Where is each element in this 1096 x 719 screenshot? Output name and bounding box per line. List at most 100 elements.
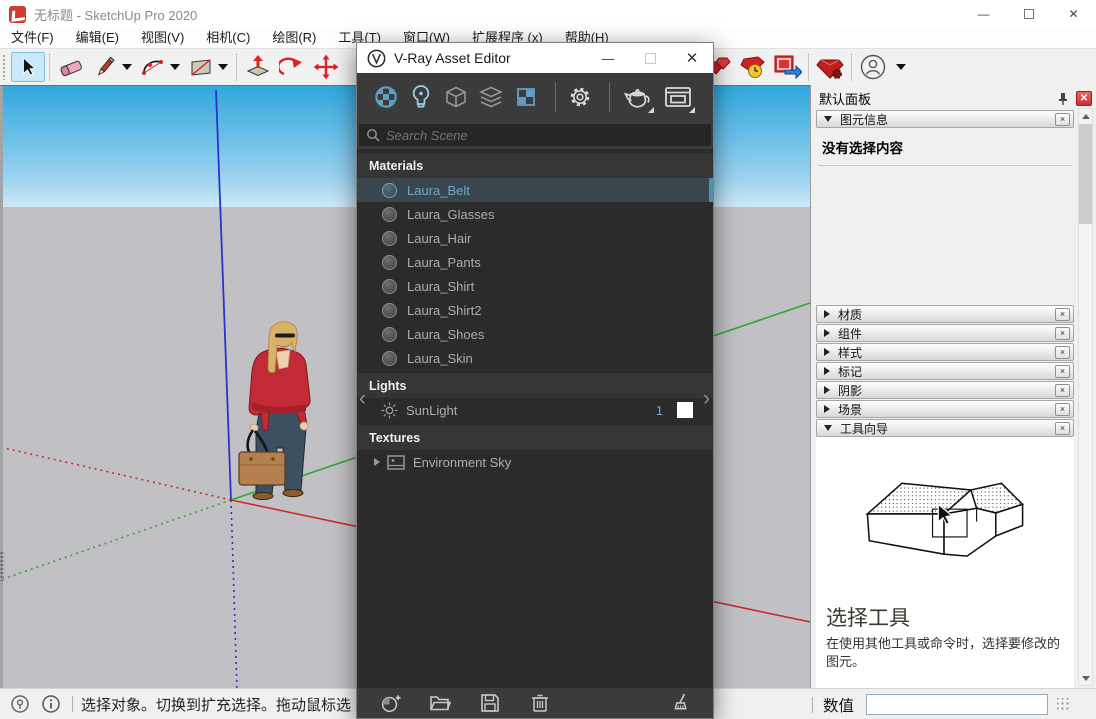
light-item[interactable]: SunLight 1: [357, 398, 713, 422]
expand-triangle-icon: [824, 367, 830, 375]
menu-file[interactable]: 文件(F): [0, 28, 65, 48]
line-tool-dropdown[interactable]: [122, 64, 132, 70]
instructor-section-header[interactable]: 工具向导 ×: [816, 419, 1074, 437]
components-close-button[interactable]: ×: [1055, 327, 1070, 340]
select-cursor-icon: [17, 56, 39, 78]
tray-scrollbar[interactable]: [1078, 108, 1093, 686]
material-item[interactable]: Laura_Shoes: [357, 322, 713, 346]
statusbar-separator: [72, 696, 73, 712]
instructor-description: 在使用其他工具或命令时，选择要修改的图元。: [816, 633, 1074, 671]
vray-materials-tab[interactable]: [371, 78, 401, 116]
material-item[interactable]: Laura_Shirt2: [357, 298, 713, 322]
tray-close-button[interactable]: ✕: [1076, 91, 1092, 106]
vray-ruby-gear-icon: [815, 53, 845, 81]
vray-lights-tab[interactable]: [406, 78, 436, 116]
vray-titlebar[interactable]: V-Ray Asset Editor — ✕: [357, 43, 713, 73]
materials-close-button[interactable]: ×: [1055, 308, 1070, 321]
vray-frame-buffer-button[interactable]: [660, 78, 696, 116]
vray-render-elements-tab[interactable]: [476, 78, 506, 116]
vray-close-button[interactable]: ✕: [671, 43, 713, 73]
scroll-down-button[interactable]: [1079, 671, 1092, 685]
shadows-close-button[interactable]: ×: [1055, 384, 1070, 397]
material-item[interactable]: Laura_Glasses: [357, 202, 713, 226]
material-item[interactable]: Laura_Pants: [357, 250, 713, 274]
instructor-close-button[interactable]: ×: [1055, 422, 1070, 435]
select-tool-button[interactable]: [11, 52, 45, 82]
account-button[interactable]: [856, 52, 890, 82]
collapse-left-panel-button[interactable]: ‹: [359, 388, 366, 409]
light-color-swatch[interactable]: [677, 402, 693, 418]
expand-triangle-icon[interactable]: [374, 458, 380, 466]
material-item[interactable]: Laura_Shirt: [357, 274, 713, 298]
material-label: Laura_Skin: [407, 351, 473, 366]
lights-group-header[interactable]: Lights: [357, 373, 713, 398]
material-item[interactable]: Laura_Skin: [357, 346, 713, 370]
purge-unused-button[interactable]: [671, 692, 693, 714]
pin-icon[interactable]: [1055, 91, 1071, 107]
menu-view[interactable]: 视图(V): [130, 28, 195, 48]
push-pull-tool-button[interactable]: [241, 52, 275, 82]
minimize-button[interactable]: —: [961, 0, 1006, 28]
scroll-up-button[interactable]: [1079, 109, 1092, 123]
entity-info-header[interactable]: 图元信息 ×: [816, 110, 1074, 128]
scenes-section-header[interactable]: 场景 ×: [816, 400, 1074, 418]
line-tool-button[interactable]: [88, 52, 122, 82]
rectangle-tool-button[interactable]: [184, 52, 218, 82]
search-input[interactable]: [386, 128, 711, 143]
vray-render-button[interactable]: [619, 78, 655, 116]
vray-geometry-tab[interactable]: [441, 78, 471, 116]
viewport-edge-grip[interactable]: [0, 551, 4, 581]
eraser-tool-button[interactable]: [54, 52, 88, 82]
expand-right-panel-button[interactable]: ›: [703, 388, 710, 409]
vray-textures-tab[interactable]: [511, 78, 541, 116]
menu-edit[interactable]: 编辑(E): [65, 28, 130, 48]
arc-tool-button[interactable]: [136, 52, 170, 82]
credits-info-button[interactable]: [40, 693, 62, 715]
rectangle-tool-dropdown[interactable]: [218, 64, 228, 70]
styles-close-button[interactable]: ×: [1055, 346, 1070, 359]
maximize-button[interactable]: [1006, 0, 1051, 28]
window-titlebar[interactable]: 无标题 - SketchUp Pro 2020 — ✕: [0, 0, 1096, 28]
open-file-button[interactable]: [429, 692, 451, 714]
extension-warehouse-button[interactable]: [736, 52, 770, 82]
textures-group-header[interactable]: Textures: [357, 425, 713, 450]
add-asset-icon: [380, 693, 401, 714]
menu-draw[interactable]: 绘图(R): [261, 28, 327, 48]
vray-minimize-button[interactable]: —: [587, 43, 629, 73]
arc-tool-dropdown[interactable]: [170, 64, 180, 70]
scrollbar-thumb[interactable]: [1079, 124, 1092, 224]
scroll-down-icon: [1082, 676, 1090, 681]
vray-settings-button[interactable]: [565, 78, 595, 116]
send-to-layout-button[interactable]: [770, 52, 804, 82]
add-asset-button[interactable]: [379, 692, 401, 714]
scenes-close-button[interactable]: ×: [1055, 403, 1070, 416]
move-tool-button[interactable]: [309, 52, 343, 82]
tags-close-button[interactable]: ×: [1055, 365, 1070, 378]
delete-button[interactable]: [529, 692, 551, 714]
menu-camera[interactable]: 相机(C): [195, 28, 261, 48]
components-section-header[interactable]: 组件 ×: [816, 324, 1074, 342]
material-sphere-icon: [382, 231, 397, 246]
follow-me-tool-button[interactable]: [275, 52, 309, 82]
materials-group-header[interactable]: Materials: [357, 153, 713, 178]
materials-section-header[interactable]: 材质 ×: [816, 305, 1074, 323]
material-item-selected[interactable]: Laura_Belt: [357, 178, 713, 202]
tags-section-header[interactable]: 标记 ×: [816, 362, 1074, 380]
account-dropdown[interactable]: [896, 64, 906, 70]
measurements-input[interactable]: [866, 694, 1048, 715]
vray-extension-button[interactable]: [813, 52, 847, 82]
vray-maximize-button[interactable]: [629, 43, 671, 73]
list-scrollbar-thumb[interactable]: [709, 178, 713, 202]
status-message: 选择对象。切换到扩充选择。拖动鼠标选: [81, 694, 351, 715]
material-item[interactable]: Laura_Hair: [357, 226, 713, 250]
vray-asset-list: Materials Laura_Belt Laura_Glasses Laura…: [357, 149, 713, 688]
entity-info-close-button[interactable]: ×: [1055, 113, 1070, 126]
styles-section-header[interactable]: 样式 ×: [816, 343, 1074, 361]
resize-grip[interactable]: [1057, 698, 1070, 711]
save-button[interactable]: [479, 692, 501, 714]
toolbar-drag-handle[interactable]: [2, 54, 7, 80]
shadows-section-header[interactable]: 阴影 ×: [816, 381, 1074, 399]
close-button[interactable]: ✕: [1051, 0, 1096, 28]
texture-item[interactable]: Environment Sky: [357, 450, 713, 474]
geolocation-button[interactable]: [9, 693, 31, 715]
